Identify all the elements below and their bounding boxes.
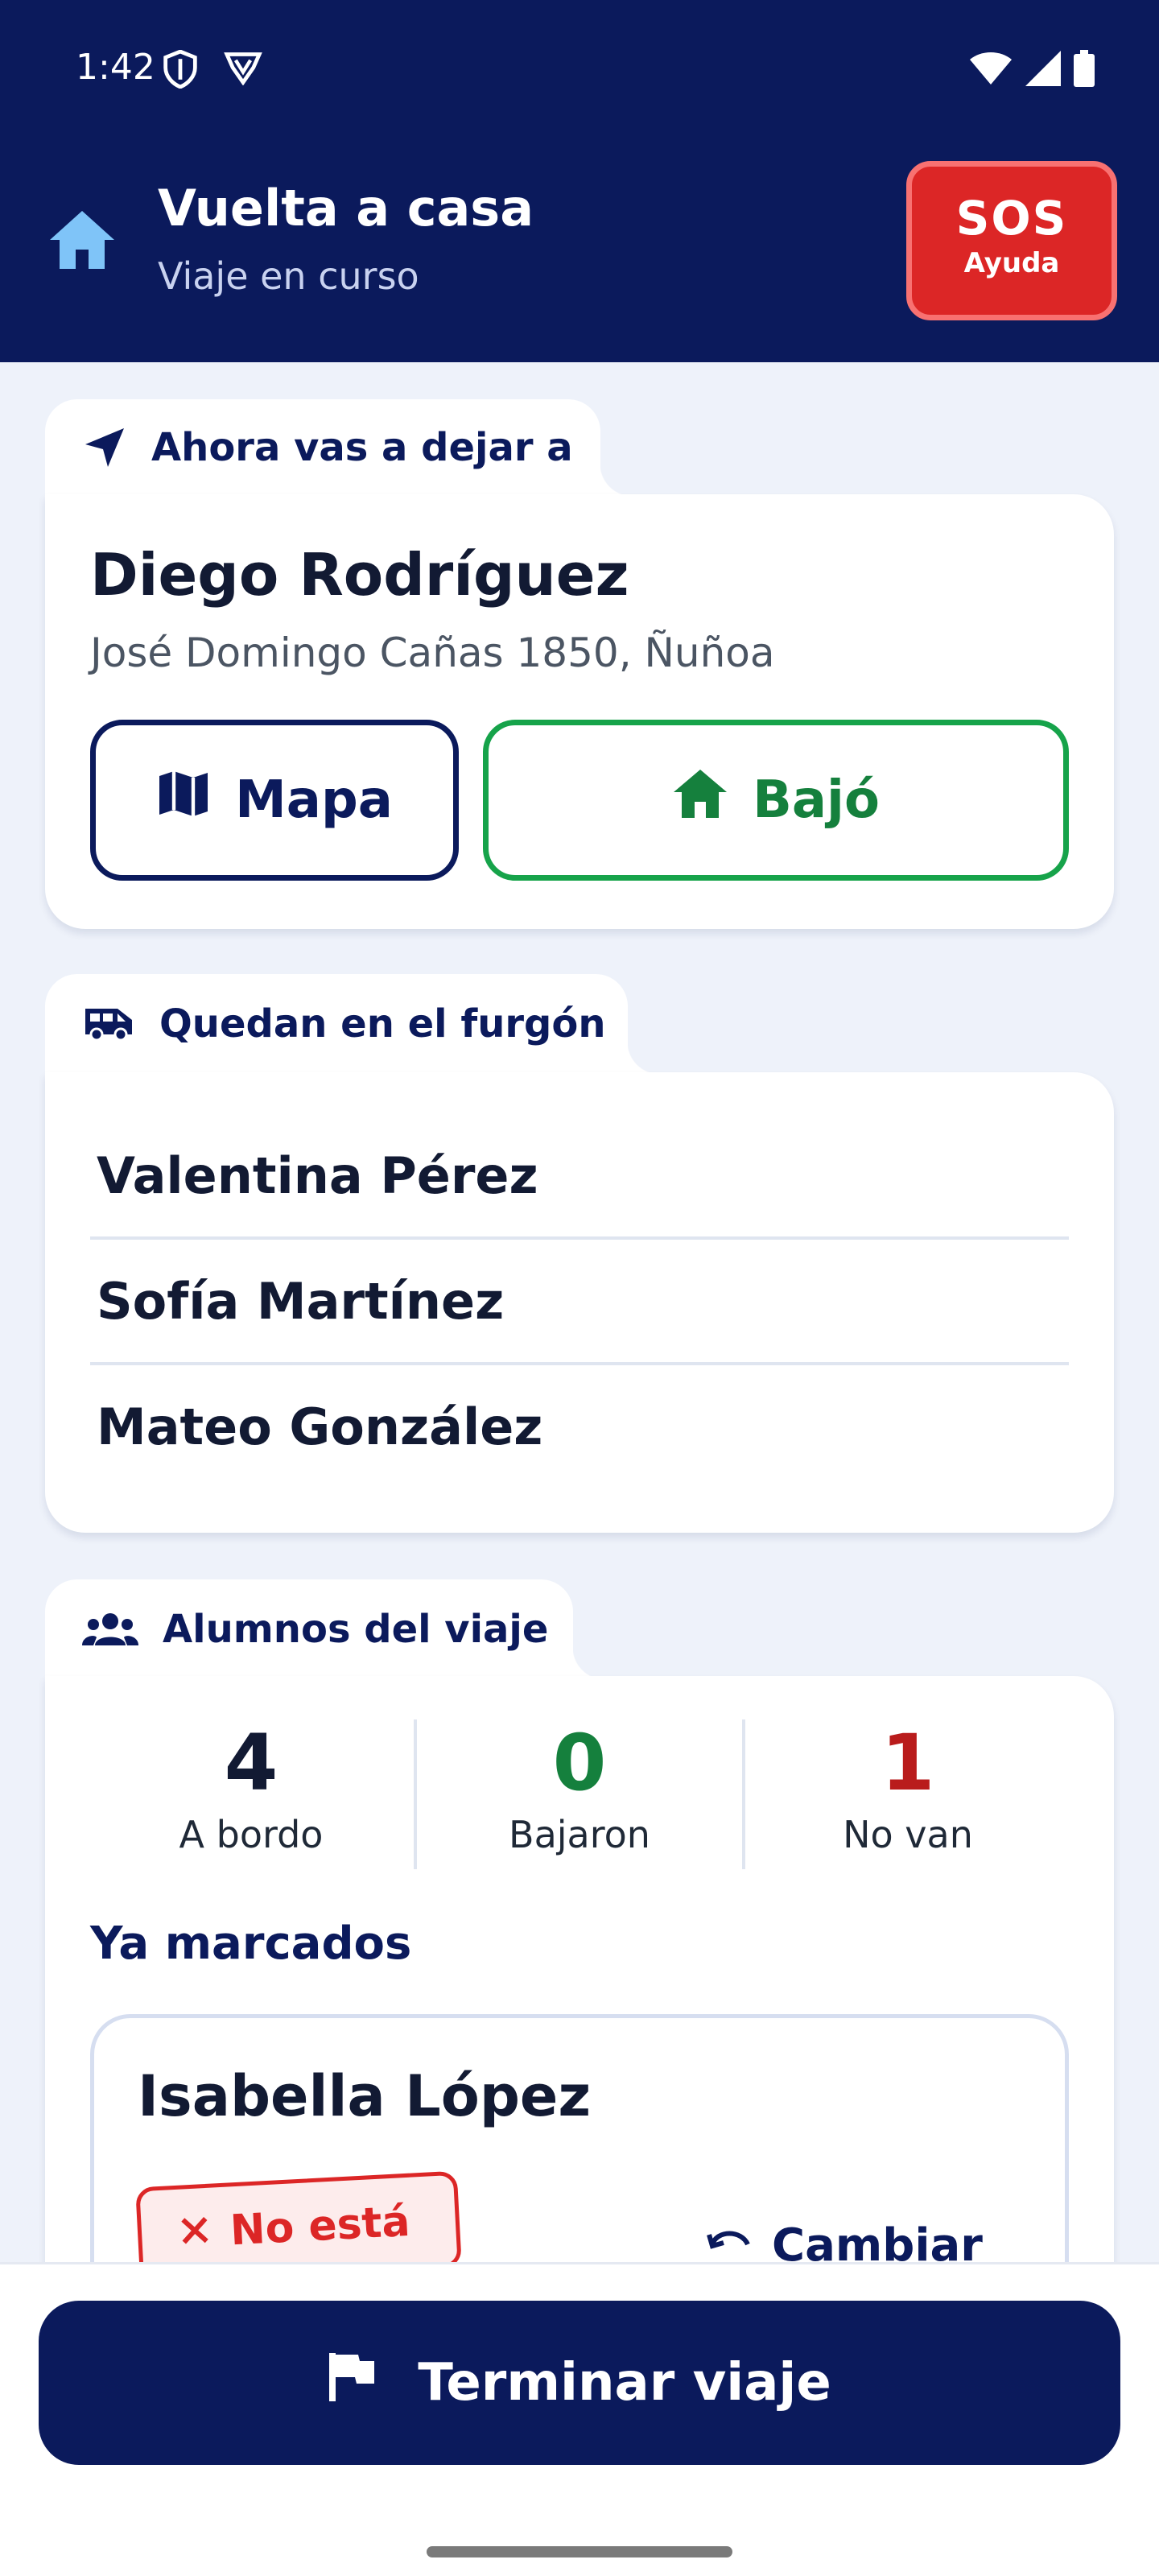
list-item: Sofía Martínez: [97, 1271, 505, 1331]
marked-section-title: Ya marcados: [90, 1918, 412, 1970]
remaining-card: Valentina Pérez Sofía Martínez Mateo Gon…: [45, 1072, 1114, 1533]
stat-on-board: 4 A bordo: [90, 1716, 412, 1856]
group-icon: [82, 1612, 138, 1647]
current-student-name: Diego Rodríguez: [90, 541, 629, 609]
wifi-icon: [969, 51, 1013, 89]
sos-button[interactable]: SOS Ayuda: [906, 161, 1117, 320]
sos-label: SOS: [955, 191, 1068, 246]
stat-on-board-value: 4: [224, 1718, 278, 1808]
page-subtitle: Viaje en curso: [158, 254, 419, 298]
stat-not-going-value: 1: [881, 1718, 935, 1808]
stat-dropped: 0 Bajaron: [419, 1716, 740, 1856]
tab-remaining-label: Quedan en el furgón: [159, 1001, 606, 1046]
stat-not-going-label: No van: [843, 1813, 973, 1856]
stat-on-board-label: A bordo: [179, 1813, 324, 1856]
tab-current-dropoff: Ahora vas a dejar a: [45, 399, 633, 496]
divider: [742, 1719, 745, 1869]
app-header: 1:42 Vuelta a casa Viaje en curso SOS Ay…: [0, 0, 1159, 362]
finish-trip-label: Terminar viaje: [418, 2353, 831, 2413]
list-item: Valentina Pérez: [97, 1146, 538, 1205]
map-button-label: Mapa: [235, 770, 393, 830]
bottom-action-bar: Terminar viaje: [0, 2262, 1159, 2576]
vpn-shield-icon: [224, 50, 262, 89]
signal-icon: [1025, 51, 1061, 89]
map-button[interactable]: Mapa: [90, 720, 459, 881]
van-icon: [82, 1005, 135, 1042]
finish-trip-button[interactable]: Terminar viaje: [39, 2301, 1120, 2465]
dropped-off-button-label: Bajó: [753, 770, 880, 830]
tab-trip-students-label: Alumnos del viaje: [163, 1607, 549, 1652]
shield-icon: [163, 49, 198, 92]
map-icon: [156, 766, 211, 834]
tab-remaining: Quedan en el furgón: [45, 974, 660, 1074]
stat-not-going: 1 No van: [747, 1716, 1069, 1856]
tab-current-dropoff-label: Ahora vas a dejar a: [151, 425, 573, 470]
current-dropoff-card: Diego Rodríguez José Domingo Cañas 1850,…: [45, 494, 1114, 929]
sos-sublabel: Ayuda: [963, 247, 1060, 279]
page-title: Vuelta a casa: [158, 179, 534, 237]
flag-icon: [328, 2350, 377, 2416]
stat-dropped-label: Bajaron: [509, 1813, 650, 1856]
home-indicator[interactable]: [427, 2546, 732, 2557]
status-time: 1:42: [76, 47, 155, 88]
marked-student-name: Isabella López: [138, 2063, 592, 2129]
navigation-arrow-icon: [82, 425, 127, 470]
tab-trip-students: Alumnos del viaje: [45, 1579, 605, 1679]
status-bar: 1:42: [0, 0, 1159, 137]
divider: [414, 1719, 417, 1869]
home-icon: [672, 768, 728, 832]
current-student-address: José Domingo Cañas 1850, Ñuñoa: [90, 630, 775, 676]
battery-icon: [1074, 50, 1095, 90]
home-icon: [47, 208, 118, 272]
list-item: Mateo González: [97, 1397, 543, 1456]
status-badge-label: No está: [229, 2197, 411, 2256]
dropped-off-button[interactable]: Bajó: [483, 720, 1069, 881]
stat-dropped-value: 0: [552, 1718, 607, 1808]
close-icon: [178, 2208, 212, 2258]
